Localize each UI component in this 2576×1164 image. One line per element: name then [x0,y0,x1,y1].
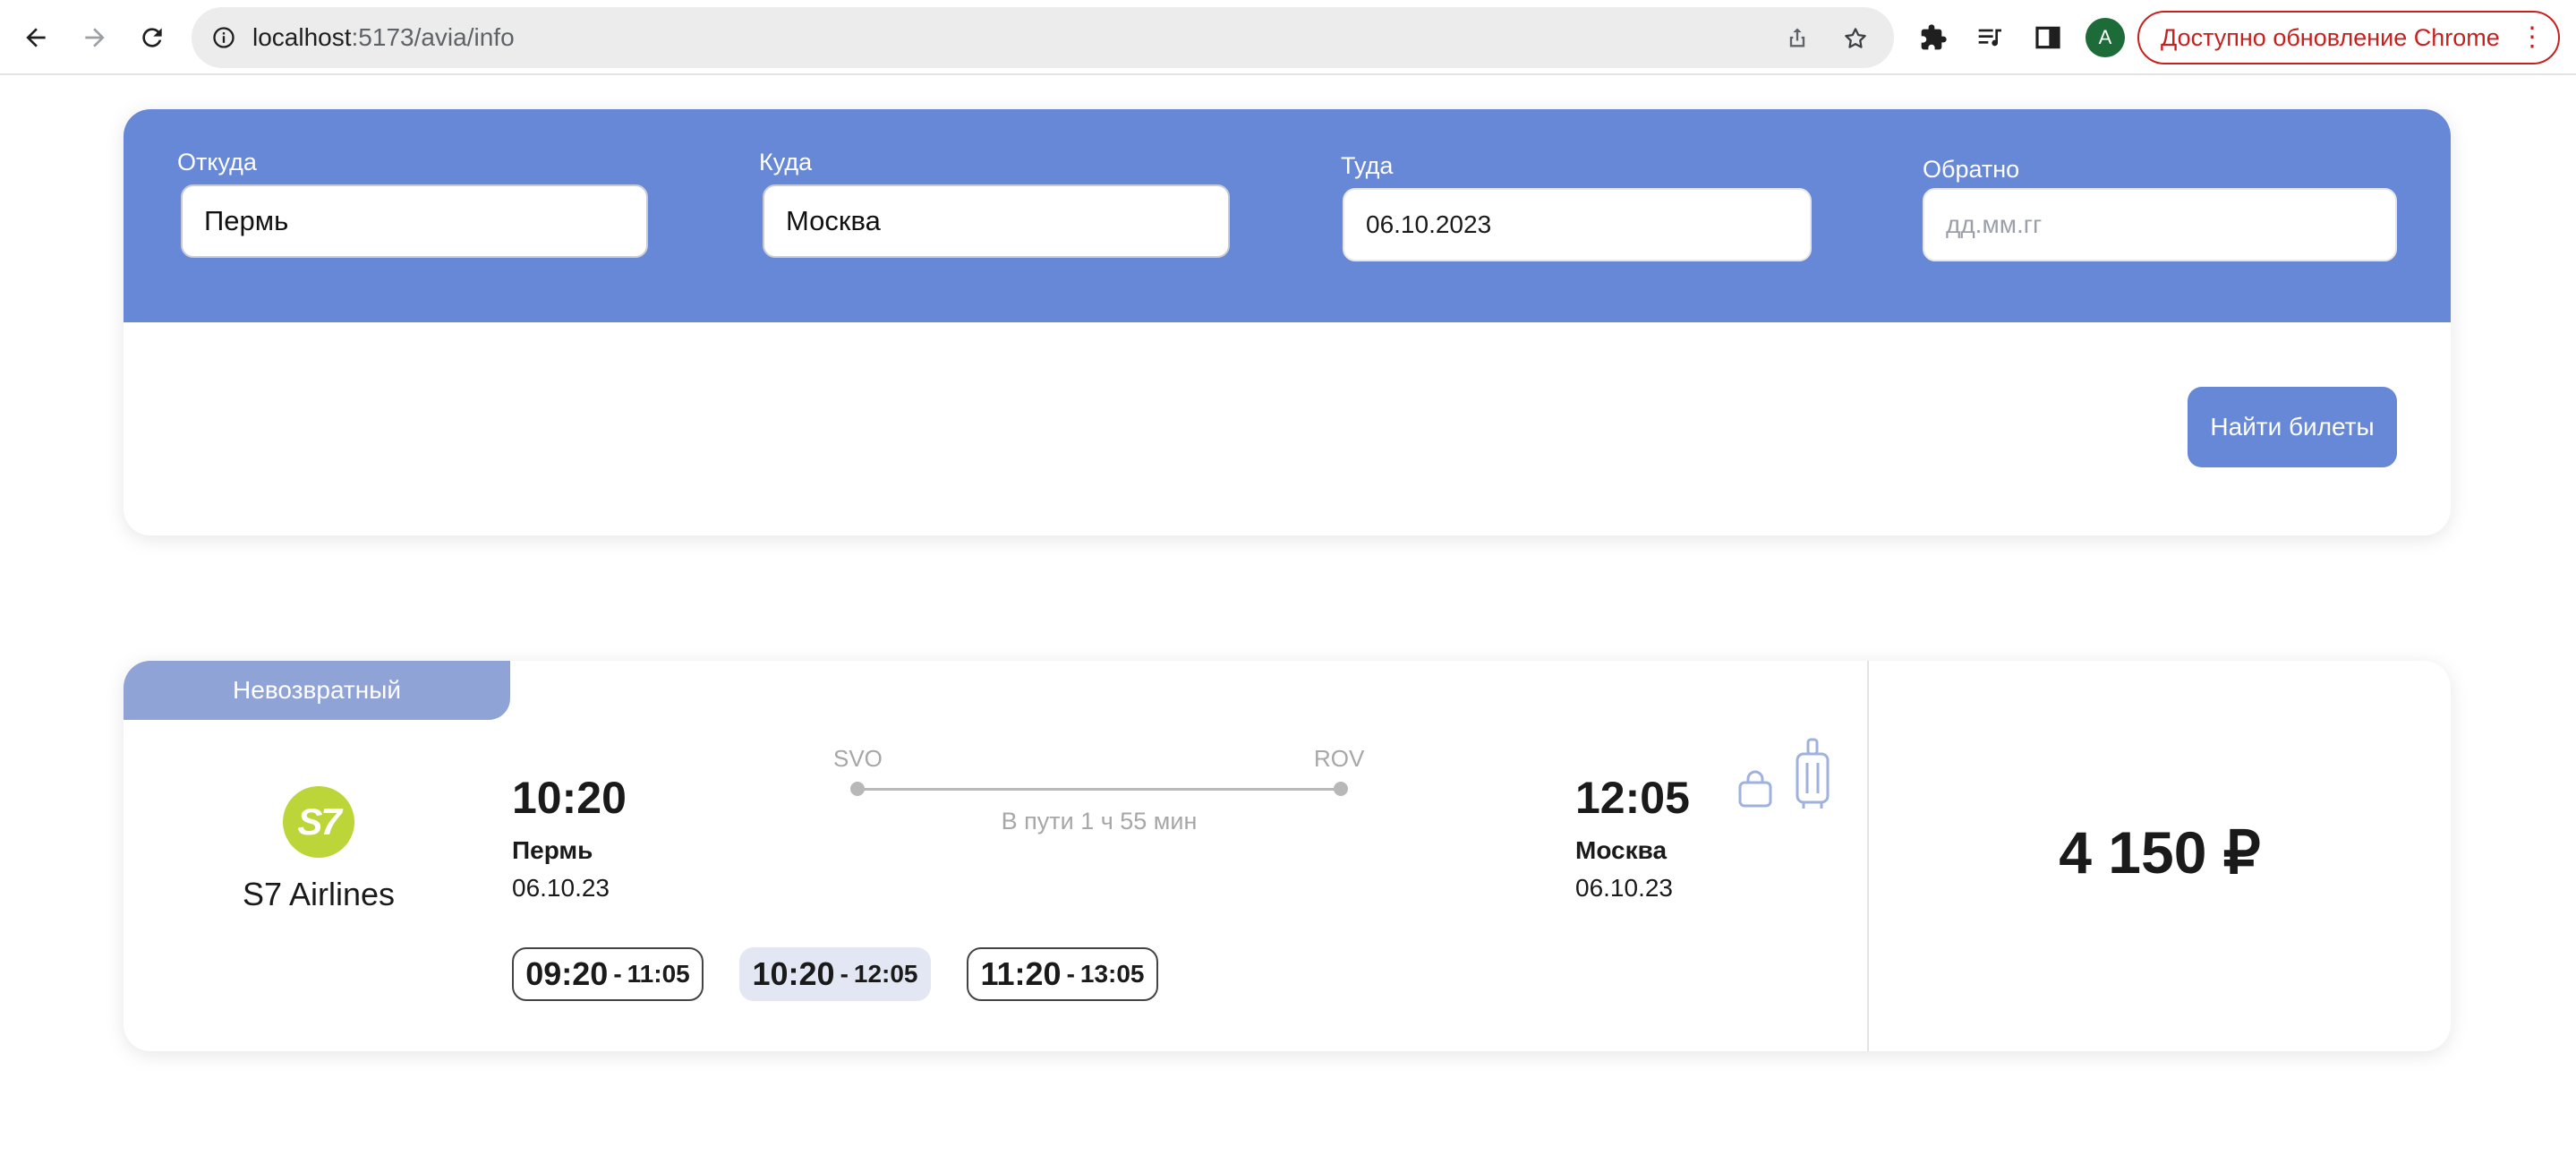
ticket-price[interactable]: 4 150 ₽ [1869,818,2451,887]
extensions-icon [1921,24,1947,50]
ticket-card[interactable]: Невозвратный S7 S7 Airlines 10:20 Пермь … [124,661,2451,1051]
update-label: Доступно обновление Chrome [2161,23,2500,51]
arrival-date: 06.10.23 [1575,874,1673,902]
url-host: localhost [252,23,352,51]
to-input[interactable] [763,184,1230,258]
to-label: Куда [759,149,813,175]
chrome-update-button[interactable]: Доступно обновление Chrome ⋮ [2137,11,2560,64]
media-icon [1978,29,2001,47]
slot-separator: - [613,960,622,988]
depart-date-input[interactable] [1343,188,1812,261]
star-icon[interactable] [1842,25,1869,52]
share-icon[interactable] [1785,25,1810,50]
side-panel-icon [2035,26,2060,49]
time-slot-option-selected[interactable]: 10:20-12:05 [739,947,931,1001]
departure-date: 06.10.23 [512,874,610,902]
slot-arrival: 13:05 [1079,960,1145,988]
return-date-label: Обратно [1923,156,2020,183]
flight-duration: В пути 1 ч 55 мин [1001,808,1198,834]
profile-avatar[interactable]: A [2086,18,2125,57]
fare-type-badge: Невозвратный [124,661,510,720]
search-form: Откуда Куда Туда Обратно Найти билеты [124,109,2451,535]
url-path: :5173/avia/info [351,23,515,51]
slot-departure: 11:20 [980,955,1062,992]
departure-airport-code: SVO [833,745,883,772]
departure-city: Пермь [512,836,593,864]
departure-time: 10:20 [512,773,627,823]
address-bar[interactable]: localhost:5173/avia/info [192,7,1894,68]
depart-date-label: Туда [1341,152,1394,179]
forward-arrow-icon [85,28,105,47]
return-date-input[interactable] [1923,188,2397,261]
from-input[interactable] [181,184,648,258]
back-arrow-icon [26,28,46,47]
airline-name: S7 Airlines [242,876,396,912]
bag-icon [1738,770,1772,808]
arrival-city: Москва [1575,836,1668,864]
time-slot-option[interactable]: 09:20-11:05 [512,947,704,1001]
suitcase-icon [1796,738,1830,809]
arrival-airport-code: ROV [1314,745,1365,772]
from-label: Откуда [177,149,257,175]
slot-separator: - [840,960,849,988]
arrival-time: 12:05 [1575,773,1690,823]
reload-icon [142,28,162,47]
back-button[interactable] [14,16,57,59]
route-start-dot [850,782,865,796]
forward-button[interactable] [73,16,116,59]
slot-departure: 10:20 [752,955,835,992]
search-fields-band: Откуда Куда Туда Обратно [124,109,2451,322]
route-line [857,788,1341,791]
find-tickets-button[interactable]: Найти билеты [2188,387,2397,467]
reload-button[interactable] [131,16,174,59]
info-icon [213,27,235,48]
slot-arrival: 12:05 [853,960,918,988]
menu-dots-icon[interactable]: ⋮ [2519,21,2546,54]
url-text[interactable]: localhost:5173/avia/info [252,7,515,68]
browser-toolbar: localhost:5173/avia/info A Доступно обно… [0,0,2576,75]
slot-arrival: 11:05 [627,960,690,988]
media-button[interactable] [1969,16,2012,59]
slot-departure: 09:20 [525,955,609,992]
extensions-button[interactable] [1912,16,1955,59]
airline-logo: S7 [283,786,354,858]
slot-separator: - [1066,960,1075,988]
time-slot-option[interactable]: 11:20-13:05 [967,947,1158,1001]
side-panel-button[interactable] [2026,16,2069,59]
route-end-dot [1334,782,1348,796]
